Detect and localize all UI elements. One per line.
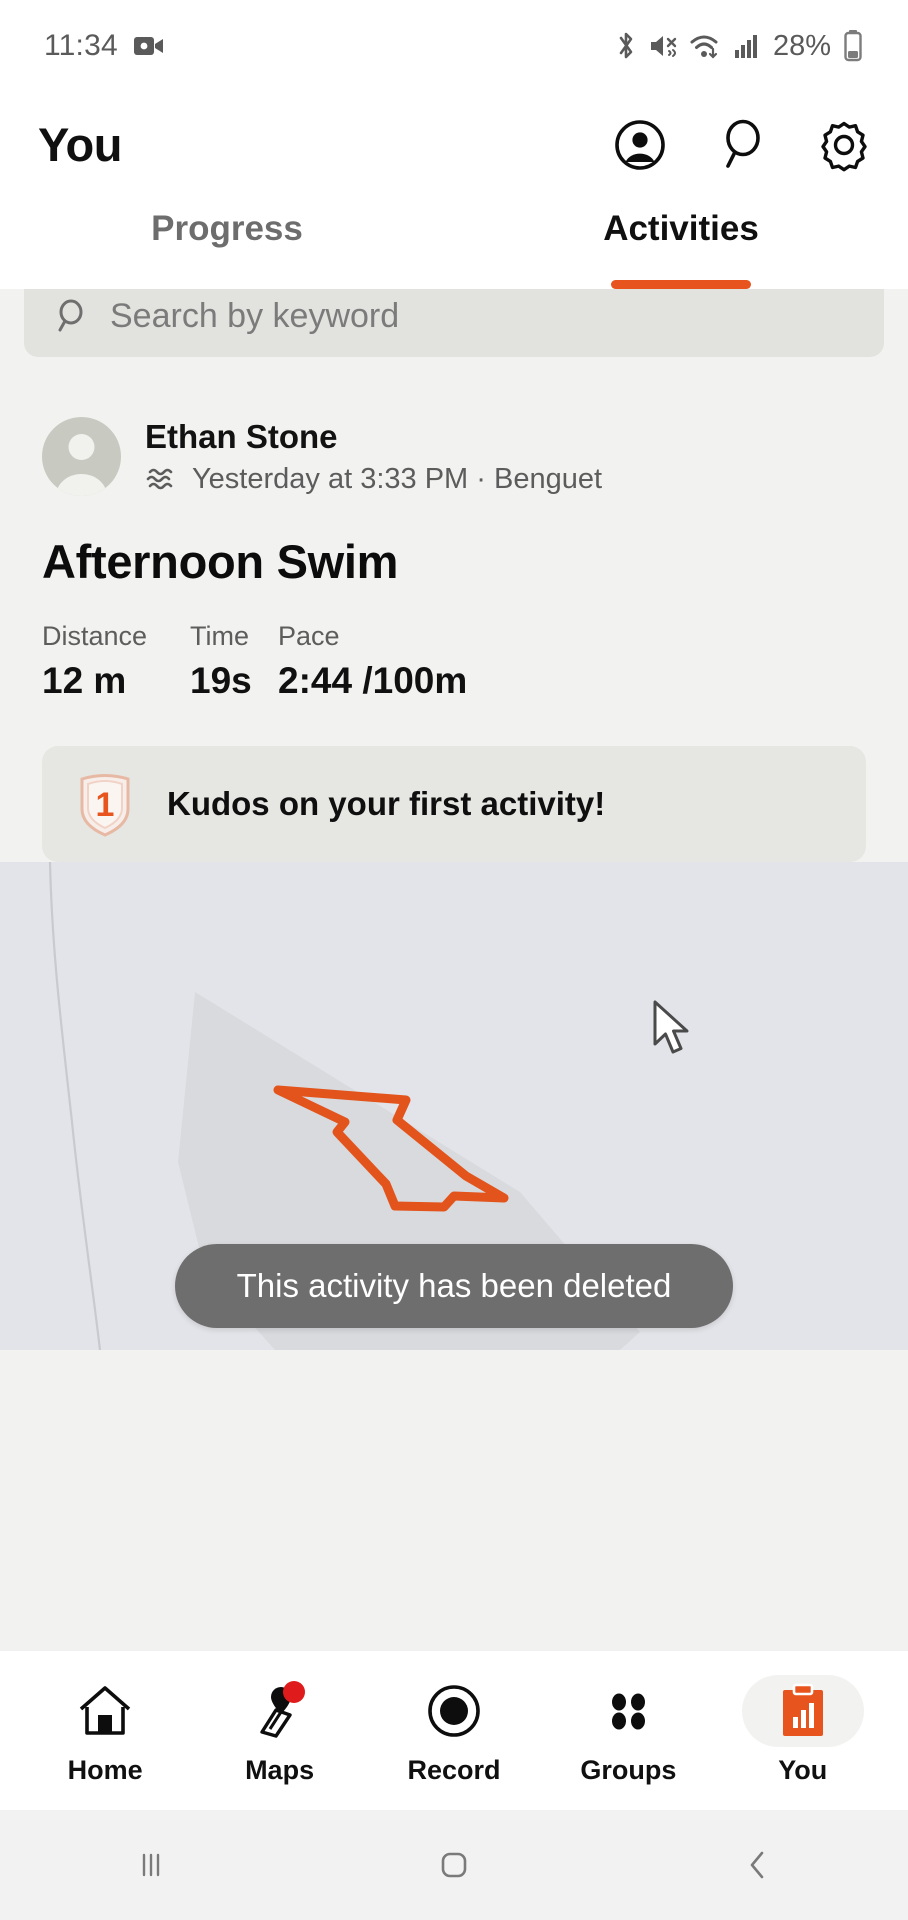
tab-activities[interactable]: Activities — [454, 197, 908, 289]
stat-pace: Pace 2:44 /100m — [278, 621, 467, 702]
page-title: You — [38, 118, 123, 171]
first-activity-badge-icon: 1 — [76, 771, 134, 837]
status-bar-left: 11:34 — [44, 29, 164, 63]
recents-icon[interactable] — [91, 1830, 211, 1900]
app-bar: You — [0, 92, 908, 197]
search-bar-container: Search by keyword — [0, 289, 908, 357]
activity-meta-label: Yesterday at 3:33 PM · Benguet — [192, 462, 603, 495]
stat-distance-label: Distance — [42, 621, 148, 651]
maps-pin-icon — [219, 1675, 341, 1747]
athlete-row[interactable]: Ethan Stone Yesterday at 3:33 PM · Bengu… — [42, 417, 866, 496]
stat-time-value: 19s — [190, 660, 252, 701]
tab-progress-label: Progress — [151, 209, 303, 248]
stat-distance-value: 12 m — [42, 660, 127, 701]
search-placeholder: Search by keyword — [110, 296, 400, 335]
settings-gear-icon[interactable] — [816, 117, 872, 173]
battery-icon — [842, 29, 864, 63]
battery-percent-label: 28% — [772, 29, 831, 62]
nav-item-groups-label: Groups — [580, 1755, 677, 1785]
tab-bar: Progress Activities — [0, 197, 908, 289]
toast-text: This activity has been deleted — [236, 1267, 672, 1304]
bottom-navigation: Home Maps Record Groups You — [0, 1650, 908, 1810]
activities-feed: Search by keyword Ethan Stone Yesterday … — [0, 289, 908, 1650]
swim-waves-icon — [145, 464, 179, 494]
activity-stats: Distance 12 m Time 19s Pace 2:44 /100m — [42, 621, 866, 702]
stat-pace-label: Pace — [278, 621, 340, 651]
activity-card[interactable]: Ethan Stone Yesterday at 3:33 PM · Bengu… — [0, 357, 908, 862]
activity-meta: Yesterday at 3:33 PM · Benguet — [145, 463, 602, 496]
app-bar-actions — [612, 117, 872, 173]
home-square-icon[interactable] — [394, 1830, 514, 1900]
system-navigation-bar — [0, 1810, 908, 1920]
search-icon — [54, 298, 88, 334]
nav-item-you-label: You — [778, 1755, 828, 1785]
bluetooth-icon — [615, 30, 637, 62]
video-camera-icon — [133, 35, 164, 57]
activity-title: Afternoon Swim — [42, 535, 399, 588]
nav-item-record-label: Record — [407, 1755, 501, 1785]
record-circle-icon — [393, 1675, 515, 1747]
nav-item-groups[interactable]: Groups — [553, 1675, 703, 1786]
cellular-signal-icon — [734, 32, 760, 60]
badge-number: 1 — [96, 786, 115, 824]
nav-item-record[interactable]: Record — [379, 1675, 529, 1786]
tab-activities-label: Activities — [603, 209, 759, 248]
nav-item-you[interactable]: You — [728, 1675, 878, 1786]
mute-icon — [648, 30, 678, 62]
wifi-icon — [689, 31, 723, 61]
stat-distance: Distance 12 m — [42, 621, 190, 702]
maps-badge-dot — [282, 1681, 305, 1703]
avatar[interactable] — [42, 417, 121, 496]
search-icon[interactable] — [714, 117, 770, 173]
kudos-card[interactable]: 1 Kudos on your first activity! — [42, 746, 866, 862]
toast-message: This activity has been deleted — [175, 1244, 733, 1328]
nav-item-home-label: Home — [67, 1755, 143, 1785]
stat-time-label: Time — [190, 621, 249, 651]
stat-pace-value: 2:44 /100m — [278, 660, 468, 701]
account-circle-icon[interactable] — [612, 117, 668, 173]
status-bar-right: 28% — [615, 29, 864, 63]
clipboard-chart-icon — [741, 1675, 864, 1747]
tab-progress[interactable]: Progress — [0, 197, 454, 289]
search-input[interactable]: Search by keyword — [24, 289, 884, 357]
nav-item-maps-label: Maps — [245, 1755, 315, 1785]
back-chevron-icon[interactable] — [697, 1830, 817, 1900]
phone-screen: 11:34 28% You Progress Activities Search… — [0, 0, 908, 1920]
athlete-name: Ethan Stone — [145, 417, 338, 455]
status-bar: 11:34 28% — [0, 0, 908, 92]
home-icon — [44, 1675, 166, 1747]
groups-dots-icon — [567, 1675, 689, 1747]
stat-time: Time 19s — [190, 621, 278, 702]
kudos-text: Kudos on your first activity! — [167, 785, 606, 822]
nav-item-home[interactable]: Home — [30, 1675, 180, 1786]
activity-map[interactable]: This activity has been deleted — [0, 862, 908, 1350]
nav-item-maps[interactable]: Maps — [205, 1675, 355, 1786]
athlete-text: Ethan Stone Yesterday at 3:33 PM · Bengu… — [145, 418, 602, 496]
tab-activities-underline — [611, 280, 751, 289]
status-time: 11:34 — [44, 29, 118, 62]
